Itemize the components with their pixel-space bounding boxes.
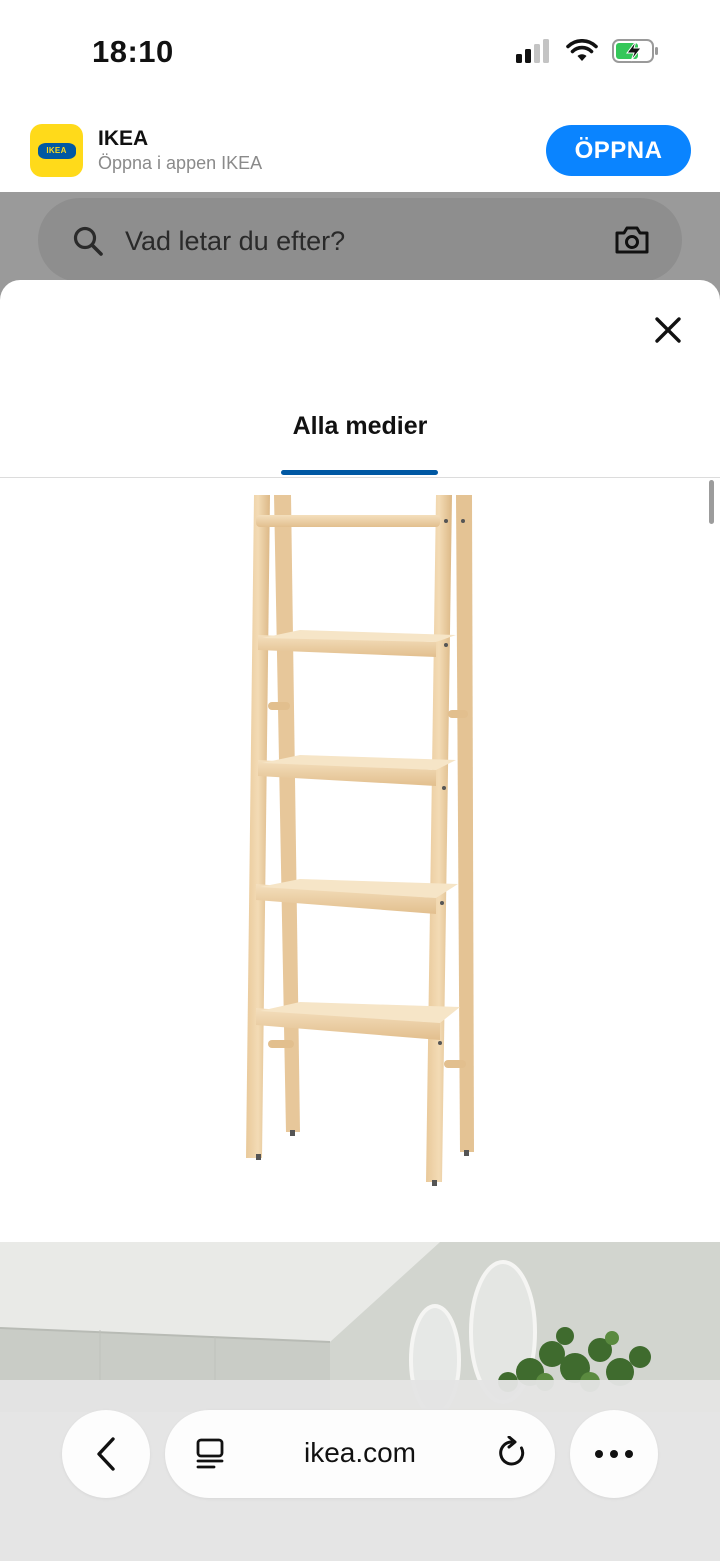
cellular-signal-icon [516, 39, 552, 68]
close-icon [655, 317, 681, 343]
back-button[interactable] [62, 1410, 150, 1498]
ikea-app-icon[interactable]: IKEA [30, 124, 83, 177]
smart-app-banner: IKEA IKEA Öppna i appen IKEA ÖPPNA [0, 108, 720, 192]
search-icon [72, 225, 104, 262]
app-name: IKEA [98, 127, 149, 150]
media-viewer-sheet: Alla medier [0, 280, 720, 1561]
ikea-logo: IKEA [37, 142, 76, 159]
app-subtitle: Öppna i appen IKEA [98, 153, 263, 173]
product-image[interactable] [0, 480, 720, 1240]
browser-toolbar: ikea.com [0, 1380, 720, 1561]
tab-divider [0, 477, 720, 478]
reload-icon[interactable] [497, 1435, 529, 1475]
status-bar: 18:10 [0, 0, 720, 108]
status-time: 18:10 [92, 34, 174, 69]
tab-alla-medier[interactable]: Alla medier [280, 412, 440, 441]
search-placeholder: Vad letar du efter? [125, 226, 346, 256]
more-button[interactable] [570, 1410, 658, 1498]
scrollbar[interactable] [709, 480, 714, 524]
search-input[interactable]: Vad letar du efter? [38, 198, 682, 282]
open-app-button[interactable]: ÖPPNA [546, 125, 691, 176]
wifi-icon [566, 39, 598, 68]
status-icons [516, 38, 660, 69]
camera-icon[interactable] [614, 224, 650, 261]
address-bar[interactable]: ikea.com [165, 1410, 555, 1498]
chevron-left-icon [97, 1437, 115, 1471]
more-icon [595, 1450, 633, 1458]
active-tab-indicator [281, 470, 438, 475]
close-button[interactable] [644, 306, 692, 354]
battery-charging-icon [612, 38, 660, 69]
ladder-shelf-illustration [246, 495, 474, 1186]
